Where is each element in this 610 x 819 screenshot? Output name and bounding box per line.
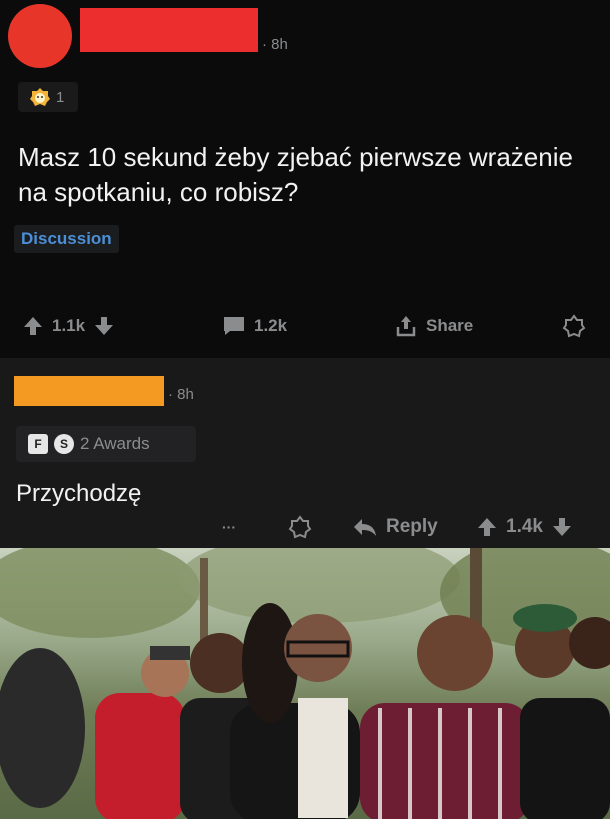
share-icon	[394, 314, 418, 338]
comment-action-bar: ··· Reply 1.4k	[0, 510, 610, 544]
post-action-bar: 1.1k 1.2k Share	[0, 310, 610, 342]
post-timestamp: · 8h	[262, 36, 288, 53]
award-badge-s-icon: S	[54, 434, 74, 454]
comment-body: Przychodzę	[16, 480, 142, 507]
post-comment-count: 1.2k	[254, 316, 288, 335]
reply-button[interactable]: Reply	[352, 510, 438, 544]
post-award-count: 1	[56, 88, 65, 106]
downvote-icon[interactable]	[93, 315, 115, 337]
comment-awards-chip[interactable]: F S 2 Awards	[16, 426, 196, 462]
post-vote-count: 1.1k	[52, 316, 86, 335]
comment-awards-label: 2 Awards	[80, 434, 150, 453]
post-award-chip[interactable]: 1	[18, 82, 78, 112]
redacted-commenter	[14, 376, 164, 406]
redacted-username	[80, 8, 258, 52]
comment: · 8h F S 2 Awards Przychodzę ··· Reply 1…	[0, 358, 610, 548]
downvote-icon[interactable]	[551, 516, 573, 538]
comment-vote-group: 1.4k	[476, 510, 573, 544]
post-title[interactable]: Masz 10 sekund żeby zjebać pierwsze wraż…	[18, 140, 588, 210]
comment-vote-count: 1.4k	[506, 516, 543, 537]
gift-award-icon	[562, 314, 586, 338]
more-options-button[interactable]: ···	[222, 510, 236, 544]
comment-award-button[interactable]	[288, 510, 312, 544]
avatar[interactable]	[8, 4, 72, 68]
comment-icon	[222, 315, 246, 337]
vote-group: 1.1k	[22, 310, 115, 342]
upvote-icon[interactable]	[476, 516, 498, 538]
post-flair[interactable]: Discussion	[14, 225, 119, 253]
gift-award-icon	[288, 515, 312, 539]
meme-photo	[0, 548, 610, 819]
award-button[interactable]	[562, 310, 586, 342]
upvote-icon[interactable]	[22, 315, 44, 337]
award-icon	[30, 87, 50, 107]
comments-button[interactable]: 1.2k	[222, 310, 287, 342]
reply-icon	[352, 516, 378, 538]
share-label: Share	[426, 316, 474, 335]
award-badge-f-icon: F	[28, 434, 48, 454]
share-button[interactable]: Share	[394, 310, 473, 342]
comment-timestamp: · 8h	[168, 386, 194, 403]
more-icon: ···	[222, 519, 236, 535]
post: · 8h 1 Masz 10 sekund żeby zjebać pierws…	[0, 0, 610, 358]
reply-label: Reply	[386, 516, 438, 537]
